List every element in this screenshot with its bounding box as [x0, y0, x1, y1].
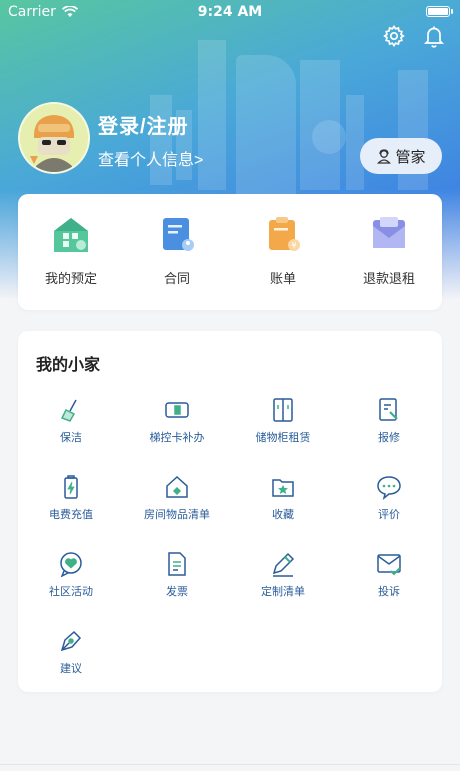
quick-item-label: 退款退租 [362, 271, 415, 286]
service-item-locker[interactable]: 储物柜租赁 [230, 393, 336, 470]
user-service-icon [377, 149, 392, 164]
login-register-link[interactable]: 登录/注册 [98, 110, 189, 139]
service-label: 发票 [166, 586, 188, 598]
service-label: 投诉 [378, 586, 400, 598]
house-list-icon [166, 475, 188, 498]
quick-item-label: 账单 [269, 271, 296, 286]
steward-button[interactable]: 管家 [360, 138, 442, 174]
card-icon [165, 402, 189, 418]
service-item-community[interactable]: 社区活动 [18, 547, 124, 624]
service-label: 定制清单 [261, 586, 305, 598]
quick-item-label: 我的预定 [44, 271, 97, 286]
avatar[interactable] [18, 102, 90, 174]
service-item-electricity[interactable]: 电费充值 [18, 470, 124, 547]
steward-label: 管家 [395, 148, 426, 166]
pencil-icon [272, 552, 295, 577]
service-label: 社区活动 [49, 586, 93, 598]
quick-item-my-booking[interactable]: 我的预定 [18, 194, 124, 310]
bell-icon[interactable] [422, 24, 446, 48]
service-grid: 保洁 梯控卡补办 储物柜租赁 报修 电费充值 房间物品清单 收藏 评价 社区活动… [18, 393, 442, 701]
star-folder-icon [272, 479, 294, 497]
quick-item-refund[interactable]: 退款退租 [336, 194, 442, 310]
clock: 9:24 AM [197, 4, 263, 20]
service-label: 报修 [378, 432, 400, 444]
service-item-review[interactable]: 评价 [336, 470, 442, 547]
service-item-invoice[interactable]: 发票 [124, 547, 230, 624]
service-label: 保洁 [60, 432, 82, 444]
status-bar: Carrier 9:24 AM [0, 0, 460, 24]
service-item-suggestion[interactable]: 建议 [18, 624, 124, 701]
service-label: 储物柜租赁 [255, 432, 311, 444]
heart-chat-icon [60, 552, 82, 577]
locker-icon [273, 398, 293, 422]
svg-text:¥: ¥ [291, 241, 296, 250]
service-item-room-list[interactable]: 房间物品清单 [124, 470, 230, 547]
home-booking-icon [54, 218, 88, 252]
profile-section: 登录/注册 查看个人信息> 管家 [18, 102, 442, 174]
service-label: 电费充值 [49, 509, 93, 521]
service-item-elevator-card[interactable]: 梯控卡补办 [124, 393, 230, 470]
service-label: 梯控卡补办 [149, 432, 205, 444]
service-label: 房间物品清单 [144, 509, 210, 521]
comment-icon [377, 476, 401, 500]
service-item-custom-list[interactable]: 定制清单 [230, 547, 336, 624]
bill-icon: ¥ [269, 217, 300, 251]
mail-icon [377, 554, 401, 576]
gear-icon[interactable] [382, 24, 406, 48]
quick-item-bill[interactable]: ¥ 账单 [230, 194, 336, 310]
view-profile-link[interactable]: 查看个人信息> [98, 146, 203, 170]
invoice-icon [168, 552, 186, 576]
service-label: 建议 [60, 663, 82, 675]
quick-item-contract[interactable]: 合同 [124, 194, 230, 310]
service-item-favorites[interactable]: 收藏 [230, 470, 336, 547]
broom-icon [60, 399, 77, 422]
service-item-repair[interactable]: 报修 [336, 393, 442, 470]
pen-nib-icon [60, 630, 82, 652]
service-item-complaint[interactable]: 投诉 [336, 547, 442, 624]
repair-icon [379, 398, 398, 421]
battery-icon [64, 475, 78, 499]
bottom-divider [0, 764, 460, 765]
quick-actions-card: 我的预定 合同 ¥ 账单 退款退租 [18, 194, 442, 310]
battery-icon [426, 6, 453, 17]
service-item-cleaning[interactable]: 保洁 [18, 393, 124, 470]
service-label: 评价 [378, 509, 400, 521]
refund-icon [373, 217, 405, 248]
section-title: 我的小家 [36, 357, 101, 374]
service-label: 收藏 [272, 509, 294, 521]
contract-icon [163, 218, 194, 251]
my-home-card: 我的小家 保洁 梯控卡补办 储物柜租赁 报修 电费充值 房间物品清单 收藏 评价… [18, 331, 442, 692]
quick-item-label: 合同 [163, 271, 190, 286]
